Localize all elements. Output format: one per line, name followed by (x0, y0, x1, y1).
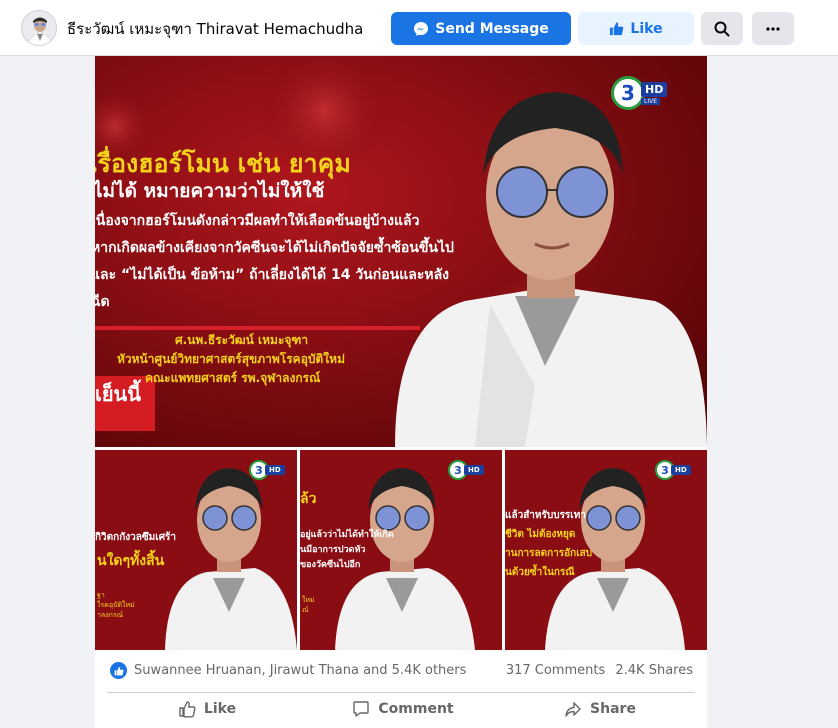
reactions-summary[interactable]: Suwannee Hruanan, Jirawut Thana and 5.4K… (134, 663, 466, 678)
more-options-button[interactable] (752, 12, 794, 45)
channel-3-logo: 3 HD LIVE (611, 76, 668, 110)
tv-body: เนื่องจากฮอร์โมนดังกล่าวมีผลทำให้เลือดข้… (95, 208, 481, 316)
search-icon (714, 21, 730, 36)
avatar-image (22, 11, 56, 45)
hd-badge: HD (265, 465, 285, 475)
thumbnail-line: แล้วสำหรับบรรเทา (505, 510, 586, 521)
like-label: Like (203, 701, 237, 717)
comment-icon (353, 701, 370, 717)
tv-caption-line: คณะแพทยศาสตร์ รพ.จุฬาลงกรณ์ (145, 371, 321, 385)
tv-caption-line: หัวหน้าศูนย์วิทยาศาสตร์สุขภาพโรคอุบัติให… (117, 352, 345, 366)
page-header: ธีระวัฒน์ เหมะจุฑา Thiravat Hemachudha S… (0, 0, 838, 56)
thumbnail-line: นใดๆทั้งสิ้น (97, 553, 165, 569)
post-card: 3 HD LIVE เรื่องฮอร์โมน เช่น ยาคุม ไม่ได… (95, 56, 707, 728)
share-icon (565, 702, 581, 717)
page-name[interactable]: ธีระวัฒน์ เหมะจุฑา Thiravat Hemachudha (67, 17, 363, 41)
send-message-label: Send Message (435, 20, 549, 37)
search-button[interactable] (701, 12, 743, 45)
more-dots-icon (766, 26, 780, 31)
actions-divider (107, 692, 695, 693)
thumbnail-photo-1[interactable]: 3 HD กิวิตกกังวลซึมเศร้า นใดๆทั้งสิ้น ฐา… (95, 450, 297, 650)
like-button[interactable]: Like (157, 696, 257, 722)
thumbnail-line: ของวัคซีนไปอีก (300, 560, 361, 570)
thumbnail-line: ชีวิต ไม่ต้องหยุด (505, 529, 576, 540)
thumbnail-photo-2[interactable]: 3 HD ล้ว อยู่แล้วว่าไม่ได้ทำให้เกิด นมีอ… (300, 450, 502, 650)
messenger-icon (414, 21, 429, 36)
main-photo[interactable]: 3 HD LIVE เรื่องฮอร์โมน เช่น ยาคุม ไม่ได… (95, 56, 707, 447)
live-badge: LIVE (641, 97, 661, 105)
hd-badge: HD (641, 81, 668, 97)
channel-3-logo: 3 HD (249, 460, 285, 480)
tv-body-line: หากเกิดผลข้างเคียงจากวัคซีนจะได้ไม่เกิดป… (95, 240, 454, 256)
thumbs-up-icon[interactable] (110, 662, 127, 679)
hd-badge: HD (671, 465, 691, 475)
thumbnail-caption-line: ณ์ (302, 606, 309, 614)
thumbnail-caption: ใหม่ ณ์ (302, 595, 315, 615)
thumbnail-line: นด้วยซ้ำในกรณี (505, 567, 575, 578)
tv-caption: ศ.นพ.ธีระวัฒน์ เหมะจุฑา หัวหน้าศูนย์วิทย… (117, 331, 345, 388)
tv-caption-name: ศ.นพ.ธีระวัฒน์ เหมะจุฑา (175, 333, 309, 347)
thumbnail-text: อยู่แล้วว่าไม่ได้ทำให้เกิด นมีอาการปวดหั… (300, 528, 394, 573)
page-like-button[interactable]: Like (578, 12, 694, 45)
tv-subheadline: ไม่ได้ หมายความว่าไม่ให้ใช้ (95, 180, 325, 202)
page-like-label: Like (630, 20, 663, 37)
tv-body-line: และ “ไม่ได้เป็น ข้อห้าม” ถ้าเลี่ยงได้ได้… (95, 267, 449, 283)
tv-body-line: เนื่องจากฮอร์โมนดังกล่าวมีผลทำให้เลือดข้… (95, 213, 420, 229)
shares-count[interactable]: 2.4K Shares (615, 663, 693, 678)
thumbs-up-icon (610, 22, 624, 36)
thumbs-up-glyph (114, 666, 124, 675)
engagement-counts: 317 Comments 2.4K Shares (500, 663, 693, 678)
thumbnail-line: นมีอาการปวดหัว (300, 545, 366, 555)
thumbnail-photo-3[interactable]: 3 HD แล้วสำหรับบรรเทา ชีวิต ไม่ต้องหยุด … (505, 450, 707, 650)
thumbnail-caption: ฐา ใรคอุบัติใหม่ าลงกรณ์ (97, 590, 135, 620)
thumbnail-text: แล้วสำหรับบรรเทา ชีวิต ไม่ต้องหยุด านการ… (505, 506, 592, 582)
thumbs-up-outline-icon (179, 701, 196, 718)
comments-count[interactable]: 317 Comments (506, 663, 605, 678)
thumbnail-caption-line: ใหม่ (302, 596, 315, 604)
comment-label: Comment (378, 701, 454, 717)
thumbnail-line: อยู่แล้วว่าไม่ได้ทำให้เกิด (300, 530, 394, 540)
send-message-button[interactable]: Send Message (391, 12, 571, 45)
share-button[interactable]: Share (550, 696, 650, 722)
channel-3-logo: 3 HD (655, 460, 691, 480)
thumbnail-line: านการลดการอักเสบ (505, 548, 593, 559)
thumbnail-caption-line: าลงกรณ์ (97, 611, 124, 619)
thumbnail-caption-line: ฐา (97, 591, 105, 599)
tv-tag: เย็นนี้ (95, 382, 141, 406)
channel-number: 3 (611, 76, 645, 110)
reactions-bar: Suwannee Hruanan, Jirawut Thana and 5.4K… (95, 656, 707, 686)
thumbnail-line: กิวิตกกังวลซึมเศร้า (95, 532, 177, 543)
share-label: Share (590, 701, 636, 717)
comment-button[interactable]: Comment (343, 696, 463, 722)
tv-body-line: ฉีด (95, 294, 110, 310)
page-avatar[interactable] (21, 10, 57, 46)
hd-badge: HD (464, 465, 484, 475)
channel-3-logo: 3 HD (448, 460, 484, 480)
thumbnail-line: ล้ว (300, 491, 317, 507)
thumbnail-caption-line: ใรคอุบัติใหม่ (97, 601, 135, 609)
